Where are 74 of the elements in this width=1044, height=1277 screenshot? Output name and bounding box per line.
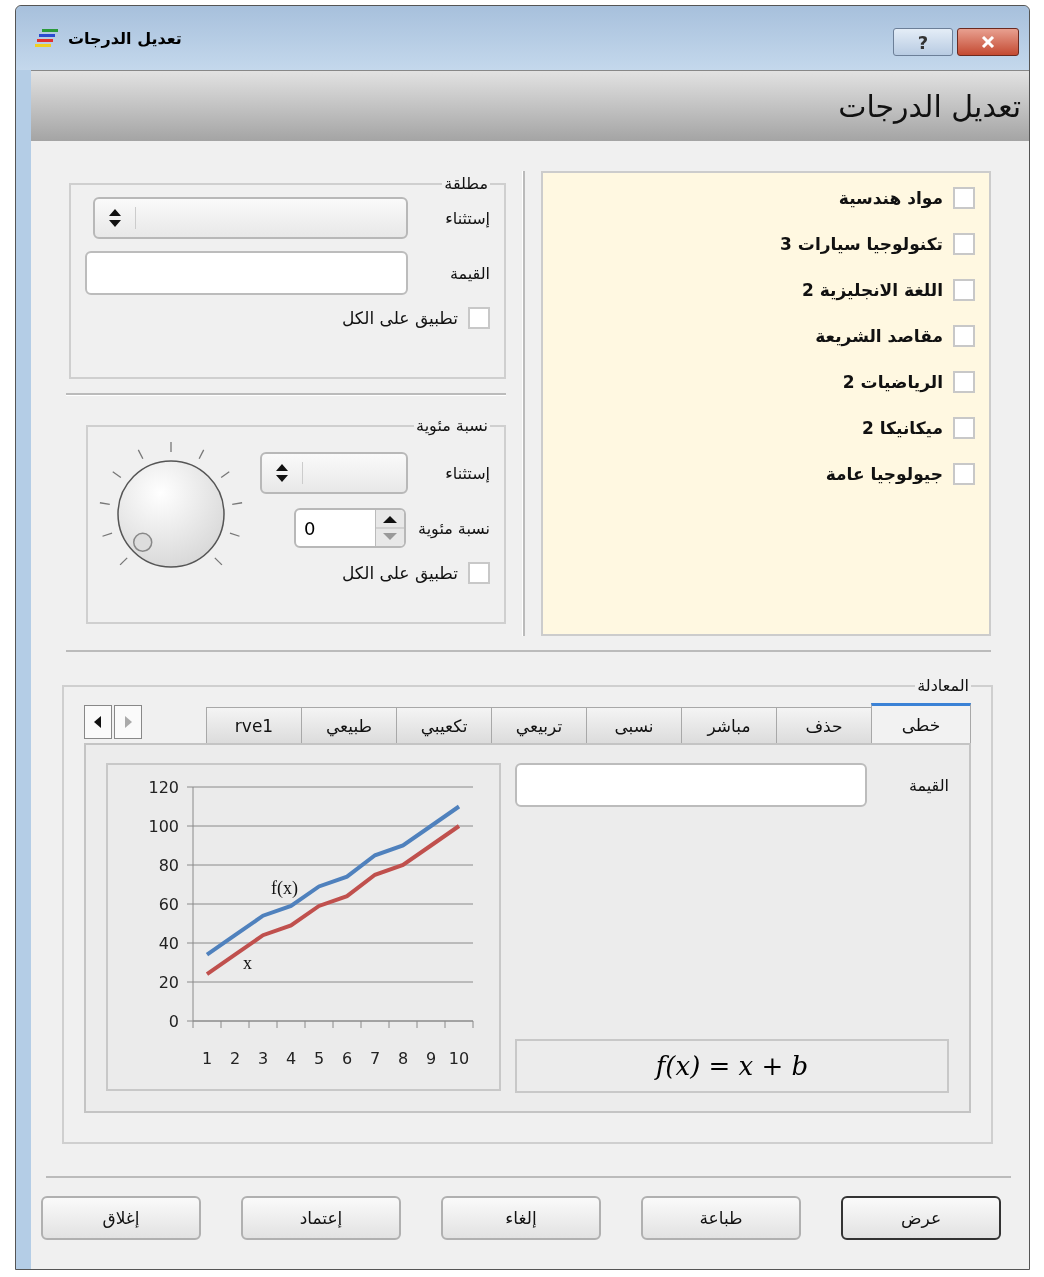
subject-label: ميكانيكا 2	[861, 417, 943, 440]
x-tick-label: 3	[257, 1049, 269, 1068]
value-input-field[interactable]	[85, 251, 408, 295]
y-tick-label: 100	[148, 817, 179, 836]
tab[interactable]: طبيعي	[301, 707, 397, 743]
value-input-field[interactable]	[515, 763, 867, 807]
y-tick-label: 0	[168, 1012, 179, 1031]
tab[interactable]: مباشر	[681, 707, 777, 743]
group-title: نسبة مئوية	[415, 416, 489, 435]
window-title: تعديل الدرجات	[68, 28, 182, 48]
checkbox[interactable]	[468, 562, 490, 584]
left-arrow-icon	[93, 715, 103, 729]
dialog-button[interactable]: طباعة	[641, 1196, 801, 1240]
tab[interactable]: حذف	[776, 707, 872, 743]
y-tick-label: 60	[158, 895, 179, 914]
checkbox[interactable]	[953, 463, 975, 485]
group-title: مطلقة	[443, 174, 489, 193]
y-tick-label: 40	[158, 934, 179, 953]
formula-display: f(x) = x + b	[515, 1039, 949, 1093]
tab[interactable]: نسبى	[586, 707, 682, 743]
subject-label: تكنولوجيا سيارات 3	[780, 233, 943, 256]
dialog-button[interactable]: إلغاء	[441, 1196, 601, 1240]
series-label: x	[243, 953, 252, 974]
subject-label: مقاصد الشريعة	[815, 325, 943, 349]
subject-label: مواد هندسية	[838, 187, 943, 210]
spin-arrows-icon	[375, 510, 405, 546]
tab[interactable]: تربيعي	[491, 707, 587, 743]
tab[interactable]: تكعيبي	[396, 707, 492, 743]
subject-label: اللغة الانجليزية 2	[802, 279, 943, 303]
right-arrow-icon	[123, 715, 133, 729]
checkbox[interactable]	[953, 187, 975, 209]
close-icon	[980, 36, 996, 48]
field-label: القيمة	[448, 263, 490, 283]
exception-combo[interactable]	[260, 452, 408, 494]
checkbox[interactable]	[953, 417, 975, 439]
x-tick-label: 7	[369, 1049, 381, 1068]
field-label: إستثناء	[444, 208, 490, 228]
field-label: القيمة	[907, 775, 949, 795]
percent-spinbox[interactable]: 0	[294, 508, 407, 548]
series-label: f(x)	[271, 877, 298, 898]
dialog-button[interactable]: إغلاق	[41, 1196, 201, 1240]
y-tick-label: 80	[158, 856, 179, 875]
exception-combo[interactable]	[93, 197, 408, 239]
field-label: نسبة مئوية	[418, 518, 490, 538]
y-tick-label: 120	[148, 778, 179, 797]
scroll-left-button[interactable]	[84, 705, 112, 739]
x-tick-label: 5	[313, 1049, 325, 1068]
x-tick-label: 8	[397, 1049, 409, 1068]
tab[interactable]: rve1	[206, 707, 302, 743]
x-tick-label: 9	[425, 1049, 437, 1068]
close-button[interactable]	[957, 28, 1019, 56]
subject-label: جيولوجيا عامة	[825, 463, 943, 486]
checkbox-label: تطبيق على الكل	[341, 563, 458, 583]
y-tick-label: 20	[158, 973, 179, 992]
header-title: تعديل الدرجات	[838, 88, 1021, 124]
checkbox[interactable]	[953, 279, 975, 301]
subject-label: الرياضيات 2	[842, 371, 943, 395]
dialog-button[interactable]: إعتماد	[241, 1196, 401, 1240]
checkbox[interactable]	[468, 307, 490, 329]
group-title: المعادلة	[916, 676, 970, 695]
x-tick-label: 10	[448, 1049, 470, 1068]
checkbox[interactable]	[953, 325, 975, 347]
x-tick-label: 4	[285, 1049, 297, 1068]
x-tick-label: 6	[341, 1049, 353, 1068]
tab[interactable]: خطى	[871, 703, 971, 743]
dialog-button[interactable]: عرض	[841, 1196, 1001, 1240]
checkbox[interactable]	[953, 233, 975, 255]
checkbox[interactable]	[953, 371, 975, 393]
x-tick-label: 1	[201, 1049, 213, 1068]
checkbox-label: تطبيق على الكل	[341, 308, 458, 328]
field-label: إستثناء	[444, 463, 490, 483]
x-tick-label: 2	[229, 1049, 241, 1068]
help-button[interactable]: ?	[893, 28, 953, 56]
app-icon	[34, 28, 60, 48]
